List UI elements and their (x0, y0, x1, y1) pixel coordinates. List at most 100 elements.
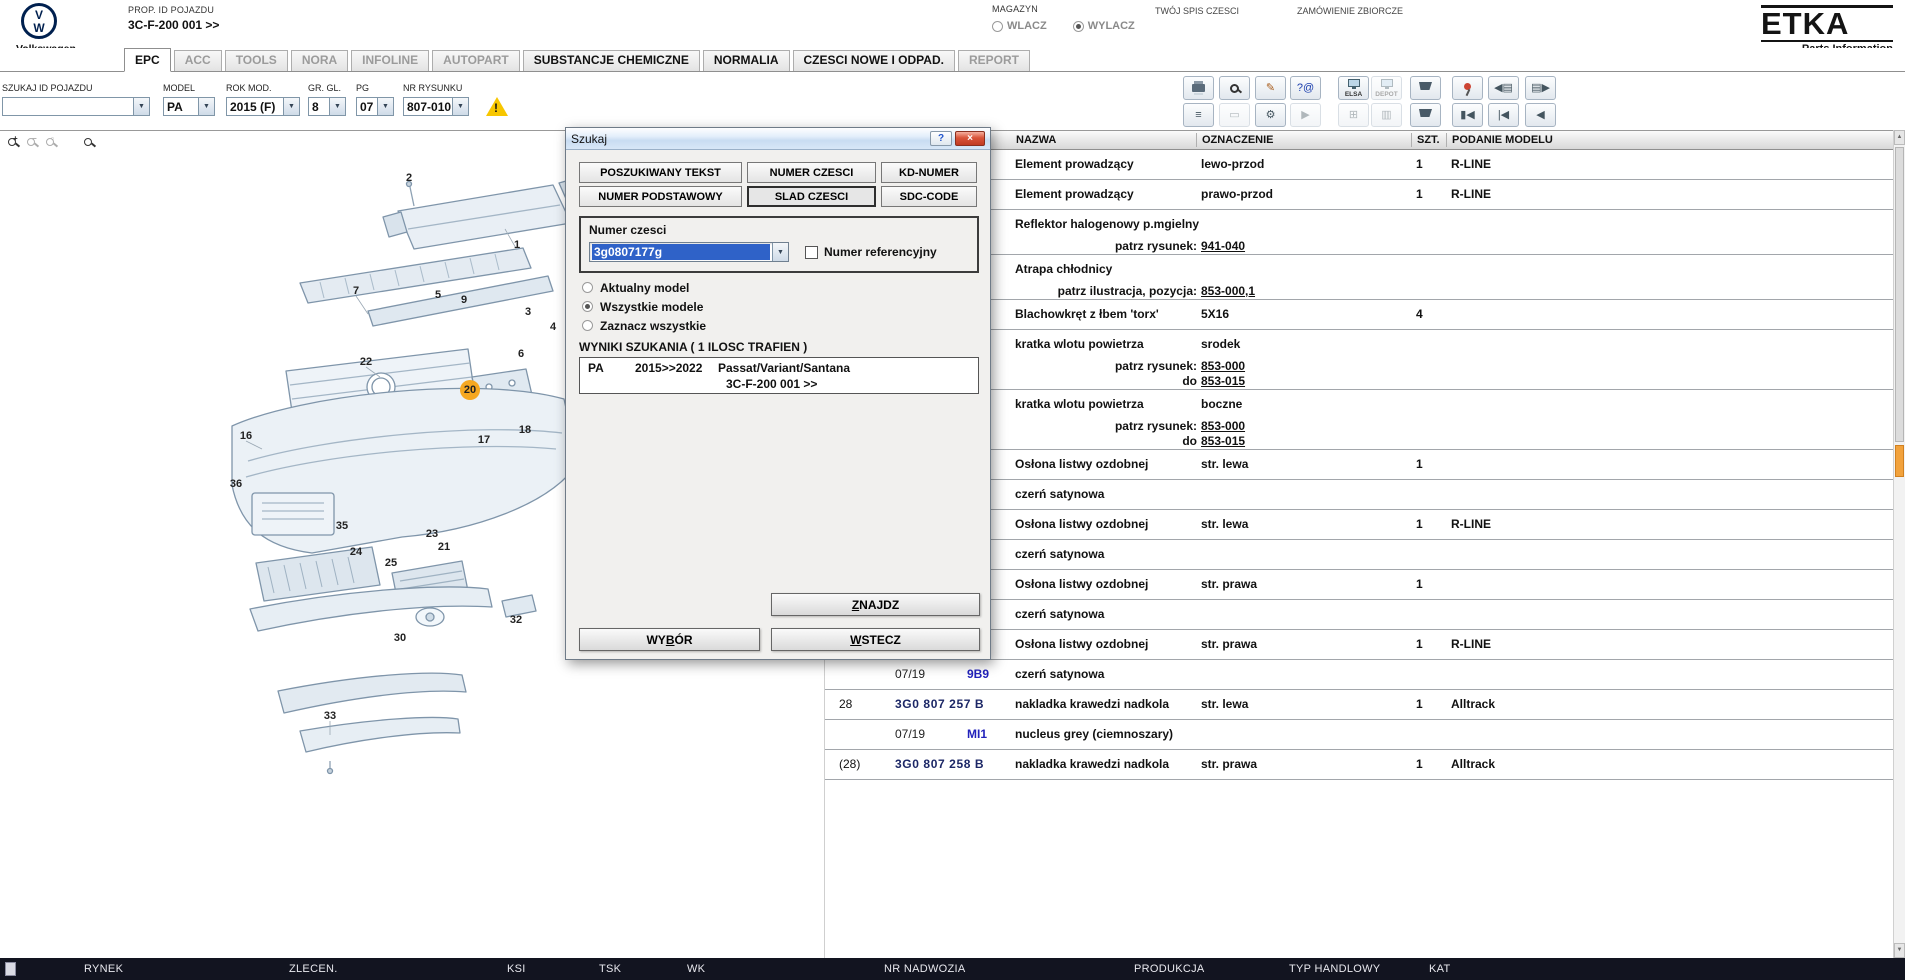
callout-32[interactable]: 32 (510, 614, 522, 626)
search-type-slad-czesci[interactable]: SLAD CZESCI (747, 186, 876, 207)
tab-normalia[interactable]: NORMALIA (703, 50, 790, 71)
col-header-szt[interactable]: SZT. (1417, 134, 1440, 146)
tab-autopart[interactable]: AUTOPART (432, 50, 520, 71)
nav-first-icon[interactable]: ▮◀ (1452, 103, 1483, 127)
callout-5[interactable]: 5 (435, 289, 441, 301)
scroll-up-button[interactable]: ▲ (1894, 130, 1905, 145)
reference-link[interactable]: 853-000 (1201, 359, 1245, 373)
zoom-free-icon[interactable] (78, 133, 97, 150)
scope-option-3[interactable]: Zaznacz wszystkie (582, 316, 706, 335)
chevron-down-icon[interactable]: ▼ (329, 98, 345, 115)
tab-tools[interactable]: TOOLS (225, 50, 288, 71)
callout-1[interactable]: 1 (514, 239, 520, 251)
shopping-cart-icon[interactable] (1410, 76, 1441, 100)
tab-epc[interactable]: EPC (124, 48, 171, 72)
table-row[interactable]: 07/19MI1nucleus grey (ciemnoszary) (825, 779, 1893, 789)
wybor-button[interactable]: WYBÓR (579, 628, 760, 651)
cart-edit-icon[interactable] (1410, 103, 1441, 127)
scope-option-2[interactable]: Wszystkie modele (582, 297, 706, 316)
col-header-nazwa[interactable]: NAZWA (1016, 134, 1056, 146)
status-item-kat[interactable]: KAT (1429, 963, 1450, 975)
dialog-help-button[interactable]: ? (930, 131, 952, 146)
part-number[interactable]: 3G0 807 258 B (895, 757, 984, 771)
table-scrollbar[interactable]: ▲ ▼ (1893, 130, 1905, 958)
catalog-list-icon[interactable]: ≡ (1183, 103, 1214, 127)
table-row[interactable]: (28)3G0 807 258 Bnakladka krawedzi nadko… (825, 749, 1893, 779)
part-number[interactable]: 3G0 807 257 B (895, 697, 984, 711)
callout-6[interactable]: 6 (518, 348, 524, 360)
col-header-oznaczenie[interactable]: OZNACZENIE (1202, 134, 1274, 146)
structure-icon[interactable]: ⚙ (1255, 103, 1286, 127)
zamowienie-zbiorcze-link[interactable]: ZAMÓWIENIE ZBIORCZE (1297, 6, 1403, 16)
callout-7[interactable]: 7 (353, 285, 359, 297)
help-contact-icon[interactable]: ?@ (1290, 76, 1321, 100)
callout-30[interactable]: 30 (394, 632, 406, 644)
callout-36[interactable]: 36 (230, 478, 242, 490)
table-row[interactable]: 283G0 807 257 Bnakladka krawedzi nadkola… (825, 689, 1893, 719)
model-select[interactable]: PA▼ (163, 97, 215, 116)
reference-link[interactable]: 853-015 (1201, 434, 1245, 448)
result-row[interactable]: PA 2015>>2022 Passat/Variant/Santana (580, 361, 978, 375)
scroll-down-button[interactable]: ▼ (1894, 943, 1905, 958)
nr-rysunku-select[interactable]: 807-010▼ (403, 97, 469, 116)
callout-4[interactable]: 4 (550, 321, 556, 333)
tab-substancje-chemiczne[interactable]: SUBSTANCJE CHEMICZNE (523, 50, 700, 71)
tab-report[interactable]: REPORT (958, 50, 1030, 71)
status-item-produkcja[interactable]: PRODUKCJA (1134, 963, 1205, 975)
scope-option-1[interactable]: Aktualny model (582, 278, 706, 297)
dialog-titlebar[interactable]: Szukaj ? × (566, 128, 990, 150)
tab-czesci-nowe-i-odpad[interactable]: CZESCI NOWE I ODPAD. (793, 50, 955, 71)
search-type-numer-czesci[interactable]: NUMER CZESCI (747, 162, 876, 183)
spis-czesci-link[interactable]: TWÓJ SPIS CZESCI (1155, 6, 1239, 16)
print-icon[interactable] (1183, 76, 1214, 100)
status-item-ksi[interactable]: KSI (507, 963, 526, 975)
chevron-down-icon[interactable]: ▼ (452, 98, 468, 115)
callout-16[interactable]: 16 (240, 430, 252, 442)
pg-select[interactable]: 07▼ (356, 97, 394, 116)
scrollbar-thumb[interactable] (1895, 147, 1904, 442)
tab-acc[interactable]: ACC (174, 50, 222, 71)
search-type-kd-numer[interactable]: KD-NUMER (881, 162, 977, 183)
status-item-typ-handlowy[interactable]: TYP HANDLOWY (1289, 963, 1380, 975)
callout-35[interactable]: 35 (336, 520, 348, 532)
dialog-close-button[interactable]: × (955, 131, 985, 146)
status-item-rynek[interactable]: RYNEK (84, 963, 123, 975)
nav-prev-icon[interactable]: ◀ (1525, 103, 1556, 127)
reference-link[interactable]: 853-000,1 (1201, 284, 1255, 298)
tab-nora[interactable]: NORA (291, 50, 348, 71)
callout-3[interactable]: 3 (525, 306, 531, 318)
status-item-nr-nadwozia[interactable]: NR NADWOZIA (884, 963, 966, 975)
tab-infoline[interactable]: INFOLINE (351, 50, 429, 71)
znajdz-button[interactable]: ZNAJDZ (771, 593, 980, 616)
search-type-poszukiwany-tekst[interactable]: POSZUKIWANY TEKST (579, 162, 742, 183)
callout-33[interactable]: 33 (324, 710, 336, 722)
search-type-sdc-code[interactable]: SDC-CODE (881, 186, 977, 207)
wstecz-button[interactable]: WSTECZ (771, 628, 980, 651)
prop-id-value[interactable]: 3C-F-200 001 >> (128, 18, 219, 32)
callout-17[interactable]: 17 (478, 434, 490, 446)
search-type-numer-podstawowy[interactable]: NUMER PODSTAWOWY (579, 186, 742, 207)
callout-20[interactable]: 20 (460, 380, 480, 400)
magazyn-option-2[interactable]: WYLACZ (1073, 20, 1135, 32)
reference-link[interactable]: 853-015 (1201, 374, 1245, 388)
zoom-in-icon[interactable]: + (2, 133, 21, 150)
chevron-down-icon[interactable]: ▼ (772, 243, 788, 261)
reference-number-checkbox[interactable] (805, 246, 818, 259)
gr-gl-select[interactable]: 8▼ (308, 97, 346, 116)
chevron-down-icon[interactable]: ▼ (283, 98, 299, 115)
rok-mod-select[interactable]: 2015 (F)▼ (226, 97, 300, 116)
callout-24[interactable]: 24 (350, 546, 362, 558)
table-row[interactable]: 07/19MI1nucleus grey (ciemnoszary) (825, 719, 1893, 749)
status-item-zlecen-[interactable]: ZLECEN. (289, 963, 338, 975)
edit-pen-icon[interactable]: ✎ (1255, 76, 1286, 100)
callout-23[interactable]: 23 (426, 528, 438, 540)
status-item-wk[interactable]: WK (687, 963, 705, 975)
nav-prev-group-icon[interactable]: |◀ (1488, 103, 1519, 127)
page-back-icon[interactable]: ◀▤ (1488, 76, 1519, 100)
callout-25[interactable]: 25 (385, 557, 397, 569)
callout-22[interactable]: 22 (360, 356, 372, 368)
szukaj-id-pojazdu-select[interactable]: ▼ (2, 97, 150, 116)
status-item-tsk[interactable]: TSK (599, 963, 621, 975)
table-row[interactable]: 07/199B9czerń satynowa (825, 659, 1893, 689)
chevron-down-icon[interactable]: ▼ (133, 98, 149, 115)
